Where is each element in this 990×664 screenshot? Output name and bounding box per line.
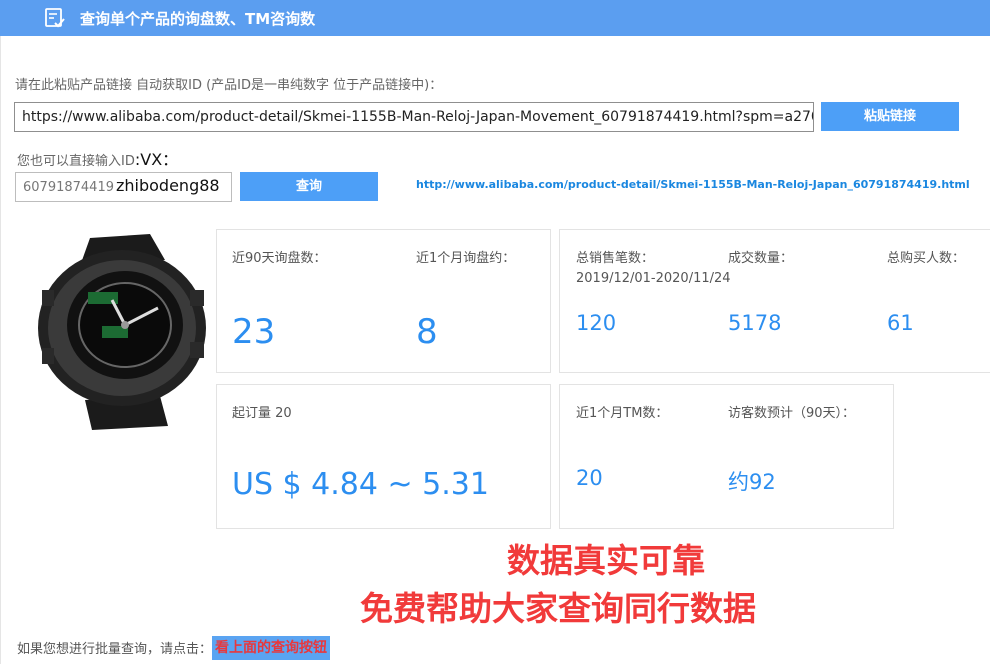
inquiries-1m-value: 8 [416, 312, 438, 352]
product-image [38, 234, 206, 430]
tm-1m-label: 近1个月TM数： [576, 406, 669, 421]
price-card: 起订量 20 US $ 4.84 ~ 5.31 [216, 384, 551, 529]
sales-card: 总销售笔数： 2019/12/01-2020/11/24 120 成交数量： 5… [559, 229, 990, 373]
inquiry-card: 近90天询盘数： 23 近1个月询盘约： 8 [216, 229, 551, 373]
product-url-input[interactable]: https://www.alibaba.com/product-detail/S… [14, 102, 814, 132]
tm-card: 近1个月TM数： 20 访客数预计（90天）： 约92 [559, 384, 894, 529]
product-id-input[interactable]: 60791874419 zhibodeng88 [15, 172, 232, 202]
promo-line-2: 免费帮助大家查询同行数据 [360, 589, 756, 628]
buyers-label: 总购买人数： [887, 251, 966, 266]
query-button[interactable]: 查询 [240, 172, 378, 201]
inquiries-90d-label: 近90天询盘数： [232, 251, 327, 266]
paste-link-button[interactable]: 粘贴链接 [821, 102, 959, 131]
vx-overlay-text: zhibodeng88 [116, 176, 220, 195]
visitors-value: 约92 [728, 470, 776, 494]
id-hint: 您也可以直接输入ID:VX： [17, 146, 178, 170]
date-range: 2019/12/01-2020/11/24 [576, 271, 731, 286]
visitors-label: 访客数预计（90天）： [728, 406, 856, 421]
checklist-icon [45, 8, 65, 28]
inquiries-1m-label: 近1个月询盘约： [416, 251, 516, 266]
page-header: 查询单个产品的询盘数、TM咨询数 [0, 0, 990, 36]
paste-hint: 请在此粘贴产品链接 自动获取ID (产品ID是一串纯数字 位于产品链接中)： [15, 78, 443, 93]
promo-line-1: 数据真实可靠 [507, 541, 705, 580]
inquiries-90d-value: 23 [232, 312, 276, 352]
id-hint-text: 您也可以直接输入ID [17, 154, 135, 169]
buyers-value: 61 [887, 311, 914, 335]
product-id-placeholder: 60791874419 [23, 180, 114, 195]
moq-label: 起订量 20 [232, 406, 292, 421]
volume-label: 成交数量： [728, 251, 794, 266]
batch-query-button[interactable]: 看上面的查询按钮 [212, 636, 330, 660]
volume-value: 5178 [728, 311, 782, 335]
tm-1m-value: 20 [576, 466, 603, 490]
total-sales-label: 总销售笔数： [576, 251, 655, 266]
page-title: 查询单个产品的询盘数、TM咨询数 [80, 10, 316, 28]
total-sales-value: 120 [576, 311, 617, 335]
batch-query-hint: 如果您想进行批量查询，请点击： [17, 642, 213, 657]
price-value: US $ 4.84 ~ 5.31 [232, 467, 489, 502]
product-link[interactable]: http://www.alibaba.com/product-detail/Sk… [416, 178, 970, 191]
vx-label: :VX： [134, 150, 179, 169]
left-border [0, 36, 1, 664]
